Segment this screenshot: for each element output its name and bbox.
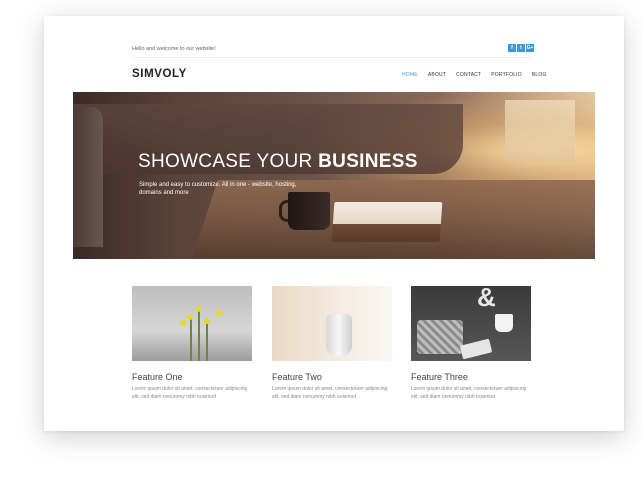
flower-stem-graphic <box>206 321 208 361</box>
flower-graphic <box>216 310 222 316</box>
top-bar: Hello and welcome to our website! f t G+ <box>132 44 534 58</box>
flower-stem-graphic <box>190 317 192 361</box>
googleplus-icon[interactable]: G+ <box>526 44 534 52</box>
flower-graphic <box>187 314 193 320</box>
feature-one: Feature One Lorem ipsum dolor sit amet, … <box>132 286 252 401</box>
ampersand-graphic: & <box>477 286 496 312</box>
flower-stem-graphic <box>198 309 200 361</box>
flower-graphic <box>180 320 186 326</box>
nav-item-home[interactable]: HOME <box>402 72 418 78</box>
phone-graphic <box>459 338 493 360</box>
nav-item-contact[interactable]: CONTACT <box>456 72 481 78</box>
nav-item-portfolio[interactable]: PORTFOLIO <box>491 72 522 78</box>
site-logo[interactable]: SIMVOLY <box>132 68 187 80</box>
feature-title: Feature One <box>132 372 183 382</box>
nav-item-about[interactable]: ABOUT <box>428 72 446 78</box>
hero-book-graphic <box>331 202 443 242</box>
feature-title: Feature Three <box>411 372 468 382</box>
cup-graphic <box>495 314 513 332</box>
social-icons: f t G+ <box>508 44 534 52</box>
website-preview-card: Hello and welcome to our website! f t G+… <box>44 16 624 431</box>
header-divider <box>132 57 534 58</box>
twitter-icon[interactable]: t <box>517 44 525 52</box>
hero-title-bold: BUSINESS <box>318 151 418 172</box>
pillow-graphic <box>417 320 463 354</box>
facebook-icon[interactable]: f <box>508 44 516 52</box>
feature-two: Feature Two Lorem ipsum dolor sit amet, … <box>272 286 392 401</box>
welcome-text: Hello and welcome to our website! <box>132 46 216 52</box>
hero-title: SHOWCASE YOUR BUSINESS <box>138 151 418 173</box>
feature-three: & Feature Three Lorem ipsum dolor sit am… <box>411 286 531 401</box>
pitcher-graphic <box>326 314 352 356</box>
feature-text: Lorem ipsum dolor sit amet, consectetuer… <box>272 386 388 400</box>
nav-item-blog[interactable]: BLOG <box>532 72 547 78</box>
feature-three-image[interactable]: & <box>411 286 531 361</box>
hero-title-regular: SHOWCASE YOUR <box>138 151 319 172</box>
hero-window-graphic <box>505 100 575 162</box>
flower-graphic <box>204 318 210 324</box>
feature-two-image[interactable] <box>272 286 392 361</box>
hero-sofa-arm-graphic <box>73 107 103 247</box>
feature-title: Feature Two <box>272 372 322 382</box>
hero-banner: SHOWCASE YOUR BUSINESS Simple and easy t… <box>73 92 595 259</box>
hero-subtitle: Simple and easy to customize. All in one… <box>139 182 297 196</box>
feature-text: Lorem ipsum dolor sit amet, consectetuer… <box>411 386 527 400</box>
hero-mug-graphic <box>288 192 330 230</box>
main-nav: HOME ABOUT CONTACT PORTFOLIO BLOG <box>402 72 547 78</box>
flower-graphic <box>195 306 201 312</box>
feature-text: Lorem ipsum dolor sit amet, consectetuer… <box>132 386 248 400</box>
feature-one-image[interactable] <box>132 286 252 361</box>
